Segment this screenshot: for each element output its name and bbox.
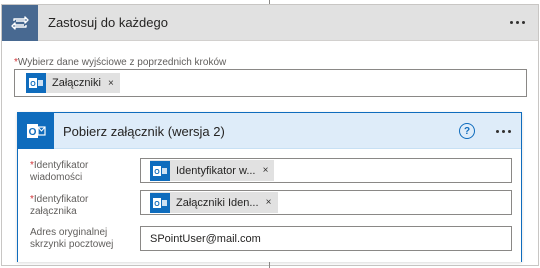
- attachment-id-field[interactable]: O Załączniki Iden... ×: [140, 190, 512, 215]
- svg-text:O: O: [29, 127, 37, 138]
- original-mailbox-label: Adres oryginalnej skrzynki pocztowej: [30, 227, 114, 250]
- remove-token-icon[interactable]: ×: [260, 165, 274, 176]
- attachment-id-token[interactable]: O Załączniki Iden... ×: [150, 192, 278, 213]
- message-id-label: *Identyfikator wiadomości: [30, 160, 89, 183]
- help-icon[interactable]: ?: [459, 123, 475, 139]
- svg-text:O: O: [154, 169, 160, 176]
- select-output-label: *Wybierz dane wyjściowe z poprzednich kr…: [14, 57, 227, 68]
- loop-icon: [2, 5, 38, 41]
- attachment-id-label: *Identyfikator załącznika: [30, 194, 89, 217]
- get-attachment-title: Pobierz załącznik (wersja 2): [63, 124, 225, 139]
- more-options-icon[interactable]: [504, 12, 530, 32]
- original-mailbox-field[interactable]: SPointUser@mail.com: [140, 226, 512, 251]
- get-attachment-card: O Pobierz załącznik (wersja 2) ? *Identy…: [17, 112, 522, 262]
- attachments-token[interactable]: O Załączniki ×: [26, 73, 120, 93]
- outlook-icon: O: [18, 113, 54, 149]
- select-output-field[interactable]: O Załączniki ×: [14, 69, 527, 97]
- get-attachment-header[interactable]: O Pobierz załącznik (wersja 2) ?: [18, 113, 521, 149]
- remove-token-icon[interactable]: ×: [106, 78, 120, 89]
- original-mailbox-value: SPointUser@mail.com: [150, 233, 261, 245]
- more-options-icon[interactable]: [490, 121, 516, 141]
- message-id-field[interactable]: O Identyfikator w... ×: [140, 158, 512, 183]
- svg-text:O: O: [30, 81, 36, 88]
- outlook-icon: O: [26, 73, 46, 93]
- outlook-icon: O: [150, 160, 170, 181]
- remove-token-icon[interactable]: ×: [264, 197, 278, 208]
- svg-text:O: O: [154, 201, 160, 208]
- flow-connector-bottom: [269, 262, 270, 268]
- apply-to-each-title: Zastosuj do każdego: [48, 15, 168, 30]
- outlook-icon: O: [150, 192, 170, 213]
- message-id-token[interactable]: O Identyfikator w... ×: [150, 160, 275, 181]
- apply-to-each-header[interactable]: Zastosuj do każdego: [2, 5, 538, 41]
